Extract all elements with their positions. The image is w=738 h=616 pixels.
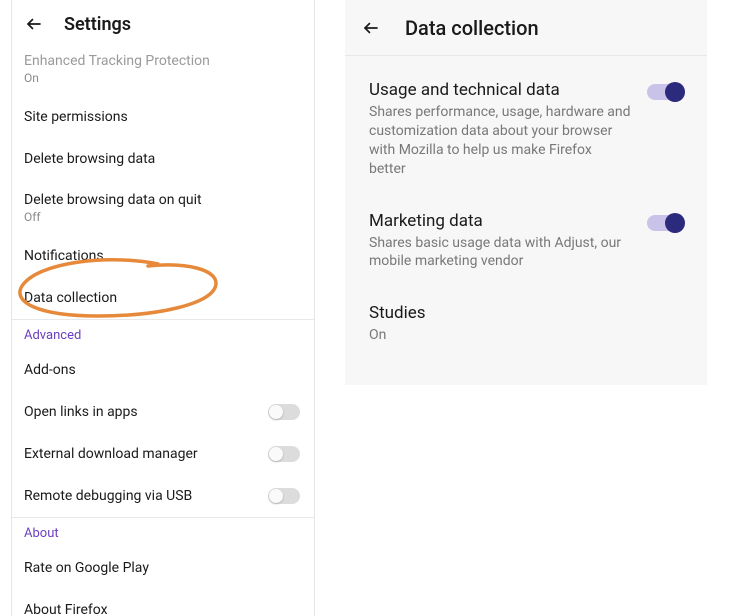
toggle-marketing-data[interactable] xyxy=(647,215,683,231)
item-about-firefox[interactable]: About Firefox xyxy=(12,589,314,616)
item-label: Rate on Google Play xyxy=(24,559,300,577)
item-notifications[interactable]: Notifications xyxy=(12,235,314,277)
toggle-open-links[interactable] xyxy=(268,404,300,420)
item-desc: Shares basic usage data with Adjust, our… xyxy=(369,234,631,272)
data-collection-panel: Data collection Usage and technical data… xyxy=(345,0,707,400)
section-about: About xyxy=(12,518,314,547)
item-rate-google-play[interactable]: Rate on Google Play xyxy=(12,547,314,589)
item-title: Usage and technical data xyxy=(369,80,631,100)
item-label: Remote debugging via USB xyxy=(24,487,268,505)
item-title: Marketing data xyxy=(369,211,631,231)
item-studies[interactable]: Studies On xyxy=(369,303,683,345)
item-delete-browsing-data[interactable]: Delete browsing data xyxy=(12,138,314,180)
item-open-links-in-apps[interactable]: Open links in apps xyxy=(12,391,314,433)
back-icon[interactable] xyxy=(24,14,44,34)
toggle-remote-debugging[interactable] xyxy=(268,488,300,504)
toggle-usage-data[interactable] xyxy=(647,84,683,100)
data-collection-header: Data collection xyxy=(345,0,707,56)
settings-panel: Settings Enhanced Tracking Protection On… xyxy=(11,0,315,616)
item-label: External download manager xyxy=(24,445,268,463)
item-label: About Firefox xyxy=(24,601,300,616)
item-external-download-manager[interactable]: External download manager xyxy=(12,433,314,475)
item-label: Delete browsing data xyxy=(24,150,300,168)
item-add-ons[interactable]: Add-ons xyxy=(12,349,314,391)
toggle-external-download[interactable] xyxy=(268,446,300,462)
item-label: Add-ons xyxy=(24,361,300,379)
item-label: Open links in apps xyxy=(24,403,268,421)
data-collection-title: Data collection xyxy=(405,16,539,40)
item-sublabel: On xyxy=(24,71,300,85)
item-delete-browsing-data-on-quit[interactable]: Delete browsing data on quit Off xyxy=(12,180,314,235)
item-marketing-data[interactable]: Marketing data Shares basic usage data w… xyxy=(369,211,683,272)
data-collection-body: Usage and technical data Shares performa… xyxy=(345,56,707,385)
item-label: Data collection xyxy=(24,289,300,307)
item-usage-technical-data[interactable]: Usage and technical data Shares performa… xyxy=(369,80,683,179)
item-enhanced-tracking[interactable]: Enhanced Tracking Protection On xyxy=(12,48,314,96)
item-sublabel: Off xyxy=(24,210,300,224)
item-desc: On xyxy=(369,326,683,345)
section-advanced: Advanced xyxy=(12,320,314,349)
item-desc: Shares performance, usage, hardware and … xyxy=(369,103,631,179)
item-remote-debugging[interactable]: Remote debugging via USB xyxy=(12,475,314,517)
item-label: Notifications xyxy=(24,247,300,265)
item-title: Studies xyxy=(369,303,683,323)
item-site-permissions[interactable]: Site permissions xyxy=(12,96,314,138)
settings-body: Enhanced Tracking Protection On Site per… xyxy=(12,48,314,616)
item-label: Site permissions xyxy=(24,108,300,126)
item-data-collection[interactable]: Data collection xyxy=(12,277,314,319)
settings-header: Settings xyxy=(12,0,314,48)
back-icon[interactable] xyxy=(361,18,381,38)
item-label: Enhanced Tracking Protection xyxy=(24,52,300,70)
item-label: Delete browsing data on quit xyxy=(24,191,300,209)
settings-title: Settings xyxy=(64,14,131,35)
